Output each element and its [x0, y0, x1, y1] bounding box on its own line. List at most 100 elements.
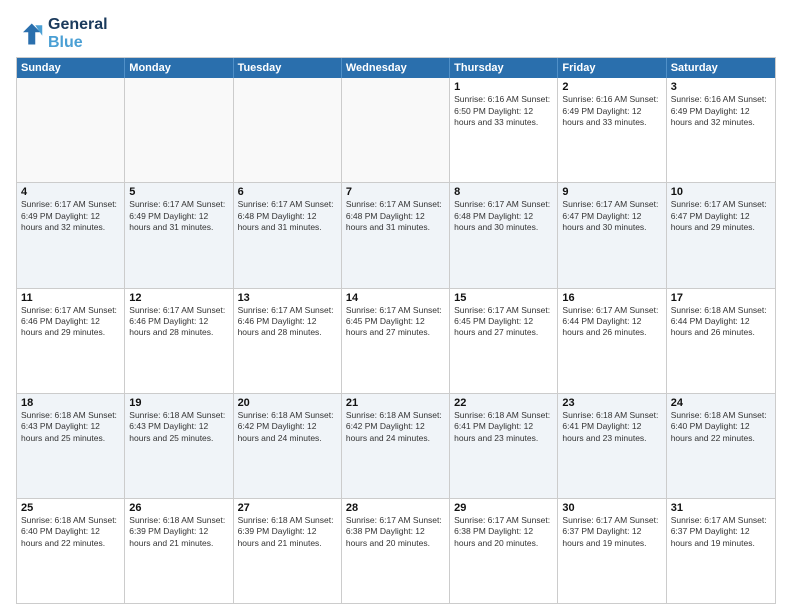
- header-monday: Monday: [125, 58, 233, 78]
- table-row: 23Sunrise: 6:18 AM Sunset: 6:41 PM Dayli…: [558, 394, 666, 498]
- day-info: Sunrise: 6:18 AM Sunset: 6:42 PM Dayligh…: [346, 410, 445, 444]
- day-info: Sunrise: 6:18 AM Sunset: 6:41 PM Dayligh…: [562, 410, 661, 444]
- table-row: 4Sunrise: 6:17 AM Sunset: 6:49 PM Daylig…: [17, 183, 125, 287]
- day-info: Sunrise: 6:17 AM Sunset: 6:48 PM Dayligh…: [454, 199, 553, 233]
- day-number: 21: [346, 397, 445, 409]
- day-info: Sunrise: 6:18 AM Sunset: 6:39 PM Dayligh…: [238, 515, 337, 549]
- table-row: 17Sunrise: 6:18 AM Sunset: 6:44 PM Dayli…: [667, 289, 775, 393]
- day-info: Sunrise: 6:17 AM Sunset: 6:38 PM Dayligh…: [454, 515, 553, 549]
- day-info: Sunrise: 6:17 AM Sunset: 6:47 PM Dayligh…: [671, 199, 771, 233]
- day-info: Sunrise: 6:17 AM Sunset: 6:45 PM Dayligh…: [346, 305, 445, 339]
- day-info: Sunrise: 6:17 AM Sunset: 6:46 PM Dayligh…: [21, 305, 120, 339]
- day-number: 11: [21, 292, 120, 304]
- table-row: 12Sunrise: 6:17 AM Sunset: 6:46 PM Dayli…: [125, 289, 233, 393]
- day-info: Sunrise: 6:17 AM Sunset: 6:49 PM Dayligh…: [21, 199, 120, 233]
- week-row-1: 1Sunrise: 6:16 AM Sunset: 6:50 PM Daylig…: [17, 78, 775, 182]
- day-number: 20: [238, 397, 337, 409]
- page: General Blue Sunday Monday Tuesday Wedne…: [0, 0, 792, 612]
- table-row: 19Sunrise: 6:18 AM Sunset: 6:43 PM Dayli…: [125, 394, 233, 498]
- table-row: 3Sunrise: 6:16 AM Sunset: 6:49 PM Daylig…: [667, 78, 775, 182]
- day-number: 29: [454, 502, 553, 514]
- table-row: 8Sunrise: 6:17 AM Sunset: 6:48 PM Daylig…: [450, 183, 558, 287]
- day-info: Sunrise: 6:16 AM Sunset: 6:49 PM Dayligh…: [671, 94, 771, 128]
- table-row: 20Sunrise: 6:18 AM Sunset: 6:42 PM Dayli…: [234, 394, 342, 498]
- table-row: 29Sunrise: 6:17 AM Sunset: 6:38 PM Dayli…: [450, 499, 558, 603]
- logo: General Blue: [16, 16, 108, 51]
- header-tuesday: Tuesday: [234, 58, 342, 78]
- day-number: 17: [671, 292, 771, 304]
- header-saturday: Saturday: [667, 58, 775, 78]
- table-row: 5Sunrise: 6:17 AM Sunset: 6:49 PM Daylig…: [125, 183, 233, 287]
- table-row: 25Sunrise: 6:18 AM Sunset: 6:40 PM Dayli…: [17, 499, 125, 603]
- day-number: 9: [562, 186, 661, 198]
- day-info: Sunrise: 6:16 AM Sunset: 6:49 PM Dayligh…: [562, 94, 661, 128]
- table-row: 10Sunrise: 6:17 AM Sunset: 6:47 PM Dayli…: [667, 183, 775, 287]
- day-number: 16: [562, 292, 661, 304]
- day-info: Sunrise: 6:17 AM Sunset: 6:48 PM Dayligh…: [238, 199, 337, 233]
- day-number: 23: [562, 397, 661, 409]
- table-row: 28Sunrise: 6:17 AM Sunset: 6:38 PM Dayli…: [342, 499, 450, 603]
- table-row: 30Sunrise: 6:17 AM Sunset: 6:37 PM Dayli…: [558, 499, 666, 603]
- calendar-header: Sunday Monday Tuesday Wednesday Thursday…: [17, 58, 775, 78]
- day-info: Sunrise: 6:18 AM Sunset: 6:41 PM Dayligh…: [454, 410, 553, 444]
- day-number: 22: [454, 397, 553, 409]
- day-number: 8: [454, 186, 553, 198]
- day-number: 30: [562, 502, 661, 514]
- day-info: Sunrise: 6:17 AM Sunset: 6:45 PM Dayligh…: [454, 305, 553, 339]
- table-row: 15Sunrise: 6:17 AM Sunset: 6:45 PM Dayli…: [450, 289, 558, 393]
- week-row-5: 25Sunrise: 6:18 AM Sunset: 6:40 PM Dayli…: [17, 498, 775, 603]
- table-row: 2Sunrise: 6:16 AM Sunset: 6:49 PM Daylig…: [558, 78, 666, 182]
- day-info: Sunrise: 6:18 AM Sunset: 6:43 PM Dayligh…: [21, 410, 120, 444]
- header: General Blue: [16, 16, 776, 51]
- day-number: 7: [346, 186, 445, 198]
- day-info: Sunrise: 6:17 AM Sunset: 6:48 PM Dayligh…: [346, 199, 445, 233]
- day-number: 6: [238, 186, 337, 198]
- day-number: 24: [671, 397, 771, 409]
- day-number: 4: [21, 186, 120, 198]
- calendar-body: 1Sunrise: 6:16 AM Sunset: 6:50 PM Daylig…: [17, 78, 775, 603]
- day-number: 15: [454, 292, 553, 304]
- table-row: 11Sunrise: 6:17 AM Sunset: 6:46 PM Dayli…: [17, 289, 125, 393]
- day-info: Sunrise: 6:18 AM Sunset: 6:39 PM Dayligh…: [129, 515, 228, 549]
- day-info: Sunrise: 6:16 AM Sunset: 6:50 PM Dayligh…: [454, 94, 553, 128]
- table-row: 21Sunrise: 6:18 AM Sunset: 6:42 PM Dayli…: [342, 394, 450, 498]
- header-friday: Friday: [558, 58, 666, 78]
- day-info: Sunrise: 6:18 AM Sunset: 6:40 PM Dayligh…: [21, 515, 120, 549]
- table-row: 7Sunrise: 6:17 AM Sunset: 6:48 PM Daylig…: [342, 183, 450, 287]
- day-info: Sunrise: 6:18 AM Sunset: 6:40 PM Dayligh…: [671, 410, 771, 444]
- header-thursday: Thursday: [450, 58, 558, 78]
- table-row: [234, 78, 342, 182]
- day-number: 12: [129, 292, 228, 304]
- table-row: 13Sunrise: 6:17 AM Sunset: 6:46 PM Dayli…: [234, 289, 342, 393]
- day-number: 13: [238, 292, 337, 304]
- table-row: 26Sunrise: 6:18 AM Sunset: 6:39 PM Dayli…: [125, 499, 233, 603]
- table-row: [17, 78, 125, 182]
- logo-icon: [16, 20, 44, 48]
- day-info: Sunrise: 6:17 AM Sunset: 6:44 PM Dayligh…: [562, 305, 661, 339]
- day-info: Sunrise: 6:17 AM Sunset: 6:46 PM Dayligh…: [129, 305, 228, 339]
- day-number: 1: [454, 81, 553, 93]
- table-row: 24Sunrise: 6:18 AM Sunset: 6:40 PM Dayli…: [667, 394, 775, 498]
- day-info: Sunrise: 6:18 AM Sunset: 6:44 PM Dayligh…: [671, 305, 771, 339]
- day-info: Sunrise: 6:17 AM Sunset: 6:37 PM Dayligh…: [562, 515, 661, 549]
- day-number: 2: [562, 81, 661, 93]
- day-number: 31: [671, 502, 771, 514]
- table-row: 1Sunrise: 6:16 AM Sunset: 6:50 PM Daylig…: [450, 78, 558, 182]
- day-info: Sunrise: 6:17 AM Sunset: 6:46 PM Dayligh…: [238, 305, 337, 339]
- table-row: 31Sunrise: 6:17 AM Sunset: 6:37 PM Dayli…: [667, 499, 775, 603]
- day-number: 19: [129, 397, 228, 409]
- day-number: 10: [671, 186, 771, 198]
- table-row: 9Sunrise: 6:17 AM Sunset: 6:47 PM Daylig…: [558, 183, 666, 287]
- day-number: 26: [129, 502, 228, 514]
- header-wednesday: Wednesday: [342, 58, 450, 78]
- week-row-4: 18Sunrise: 6:18 AM Sunset: 6:43 PM Dayli…: [17, 393, 775, 498]
- table-row: 6Sunrise: 6:17 AM Sunset: 6:48 PM Daylig…: [234, 183, 342, 287]
- day-info: Sunrise: 6:18 AM Sunset: 6:42 PM Dayligh…: [238, 410, 337, 444]
- week-row-3: 11Sunrise: 6:17 AM Sunset: 6:46 PM Dayli…: [17, 288, 775, 393]
- day-number: 3: [671, 81, 771, 93]
- table-row: 16Sunrise: 6:17 AM Sunset: 6:44 PM Dayli…: [558, 289, 666, 393]
- week-row-2: 4Sunrise: 6:17 AM Sunset: 6:49 PM Daylig…: [17, 182, 775, 287]
- day-info: Sunrise: 6:17 AM Sunset: 6:49 PM Dayligh…: [129, 199, 228, 233]
- day-info: Sunrise: 6:17 AM Sunset: 6:37 PM Dayligh…: [671, 515, 771, 549]
- table-row: 27Sunrise: 6:18 AM Sunset: 6:39 PM Dayli…: [234, 499, 342, 603]
